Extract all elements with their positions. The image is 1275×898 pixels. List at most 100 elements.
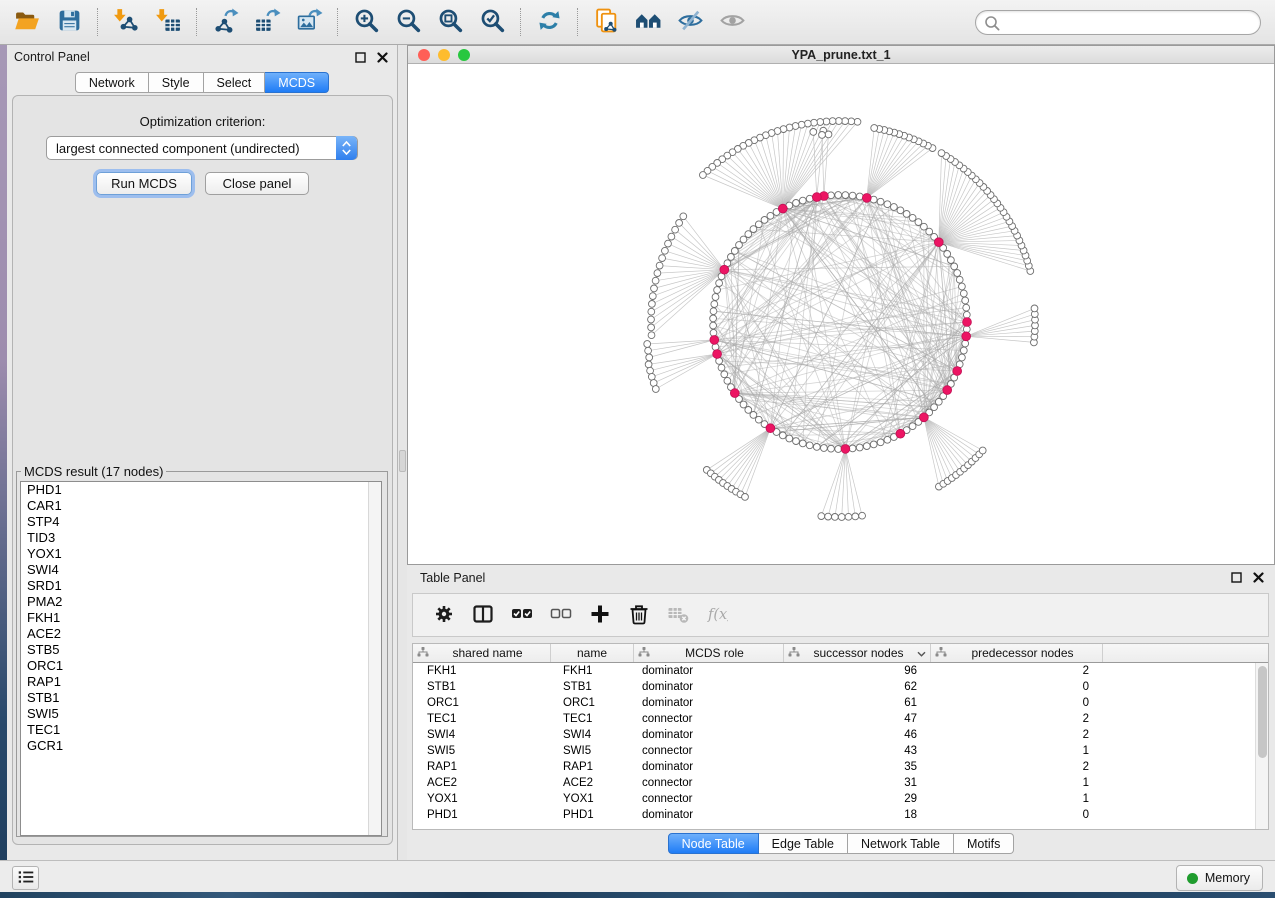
network-node[interactable] — [903, 211, 910, 218]
table-row[interactable]: YOX1YOX1connector291 — [413, 791, 1268, 807]
table-float-panel-icon[interactable] — [1227, 568, 1245, 586]
network-node[interactable] — [786, 435, 793, 442]
network-node[interactable] — [817, 119, 824, 126]
network-node[interactable] — [662, 247, 669, 254]
show-all-button[interactable] — [714, 4, 750, 40]
network-node[interactable] — [742, 494, 749, 501]
table-row[interactable]: PHD1PHD1dominator180 — [413, 807, 1268, 823]
network-node[interactable] — [859, 512, 866, 519]
import-network-button[interactable] — [108, 4, 144, 40]
network-mcds-node[interactable] — [920, 413, 929, 422]
network-node[interactable] — [870, 441, 877, 448]
network-node[interactable] — [954, 270, 961, 277]
zoom-in-button[interactable] — [348, 4, 384, 40]
network-node[interactable] — [745, 231, 752, 238]
network-node[interactable] — [962, 340, 969, 347]
network-node[interactable] — [959, 283, 966, 290]
network-node[interactable] — [731, 248, 738, 255]
float-panel-icon[interactable] — [351, 48, 369, 66]
network-node[interactable] — [891, 204, 898, 211]
zoom-selected-button[interactable] — [474, 4, 510, 40]
network-node[interactable] — [963, 311, 970, 318]
network-node[interactable] — [828, 445, 835, 452]
table-scrollbar[interactable] — [1255, 663, 1268, 830]
network-node[interactable] — [877, 198, 884, 205]
network-node[interactable] — [711, 301, 718, 308]
network-node[interactable] — [909, 214, 916, 221]
network-node[interactable] — [810, 129, 817, 136]
list-scrollbar[interactable] — [368, 482, 381, 835]
memory-button[interactable]: Memory — [1176, 865, 1263, 891]
network-mcds-node[interactable] — [862, 194, 871, 203]
mcds-result-item[interactable]: TID3 — [21, 530, 381, 546]
network-node[interactable] — [668, 233, 675, 240]
network-mcds-node[interactable] — [766, 424, 775, 433]
network-node[interactable] — [716, 280, 723, 287]
network-node[interactable] — [712, 294, 719, 301]
network-mcds-node[interactable] — [896, 429, 905, 438]
network-node[interactable] — [818, 513, 825, 520]
network-node[interactable] — [804, 120, 811, 127]
network-node[interactable] — [835, 192, 842, 199]
mcds-result-item[interactable]: SWI5 — [21, 706, 381, 722]
network-node[interactable] — [823, 118, 830, 125]
network-node[interactable] — [728, 254, 735, 261]
network-node[interactable] — [825, 131, 832, 138]
tab-edge-table[interactable]: Edge Table — [759, 833, 848, 854]
network-node[interactable] — [710, 315, 717, 322]
network-node[interactable] — [721, 371, 728, 378]
network-node[interactable] — [793, 200, 800, 207]
mcds-result-item[interactable]: SWI4 — [21, 562, 381, 578]
table-close-panel-icon[interactable] — [1249, 568, 1267, 586]
toggle-columns-button[interactable] — [466, 598, 500, 632]
network-node[interactable] — [648, 308, 655, 315]
network-mcds-node[interactable] — [943, 386, 952, 395]
clone-network-button[interactable] — [588, 4, 624, 40]
network-node[interactable] — [915, 219, 922, 226]
network-mcds-node[interactable] — [778, 204, 787, 213]
network-node[interactable] — [852, 513, 859, 520]
table-scrollbar-thumb[interactable] — [1258, 666, 1267, 758]
column-header-mcds-role[interactable]: MCDS role — [634, 644, 784, 662]
network-node[interactable] — [835, 446, 842, 453]
network-node[interactable] — [956, 276, 963, 283]
network-node[interactable] — [842, 192, 849, 199]
network-mcds-node[interactable] — [812, 193, 821, 202]
tab-network[interactable]: Network — [75, 72, 149, 93]
network-node[interactable] — [714, 287, 721, 294]
network-node[interactable] — [813, 444, 820, 451]
network-node[interactable] — [648, 324, 655, 331]
table-row[interactable]: SWI4SWI4dominator462 — [413, 727, 1268, 743]
settings-button[interactable] — [427, 598, 461, 632]
select-all-button[interactable] — [505, 598, 539, 632]
close-panel-button[interactable]: Close panel — [205, 172, 309, 195]
close-panel-icon[interactable] — [373, 48, 391, 66]
save-session-button[interactable] — [51, 4, 87, 40]
network-mcds-node[interactable] — [710, 336, 719, 345]
network-node[interactable] — [761, 217, 768, 224]
mcds-result-item[interactable]: CAR1 — [21, 498, 381, 514]
column-header-predecessor-nodes[interactable]: predecessor nodes — [931, 644, 1103, 662]
network-node[interactable] — [832, 514, 839, 521]
network-node[interactable] — [838, 514, 845, 521]
network-node[interactable] — [654, 270, 661, 277]
network-node[interactable] — [799, 197, 806, 204]
splitter-handle[interactable] — [399, 450, 406, 472]
tab-style[interactable]: Style — [149, 72, 204, 93]
table-row[interactable]: TEC1TEC1connector472 — [413, 711, 1268, 727]
network-node[interactable] — [897, 207, 904, 214]
mcds-result-item[interactable]: SRD1 — [21, 578, 381, 594]
table-row[interactable]: RAP1RAP1dominator352 — [413, 759, 1268, 775]
network-canvas[interactable] — [408, 64, 1274, 564]
network-node[interactable] — [948, 257, 955, 264]
mcds-result-item[interactable]: STB5 — [21, 642, 381, 658]
network-node[interactable] — [646, 354, 653, 361]
mcds-result-item[interactable]: PHD1 — [21, 482, 381, 498]
network-node[interactable] — [740, 401, 747, 408]
zoom-out-button[interactable] — [390, 4, 426, 40]
network-node[interactable] — [648, 316, 655, 323]
network-node[interactable] — [680, 213, 687, 220]
network-node[interactable] — [659, 255, 666, 262]
network-node[interactable] — [736, 242, 743, 249]
mcds-result-item[interactable]: PMA2 — [21, 594, 381, 610]
